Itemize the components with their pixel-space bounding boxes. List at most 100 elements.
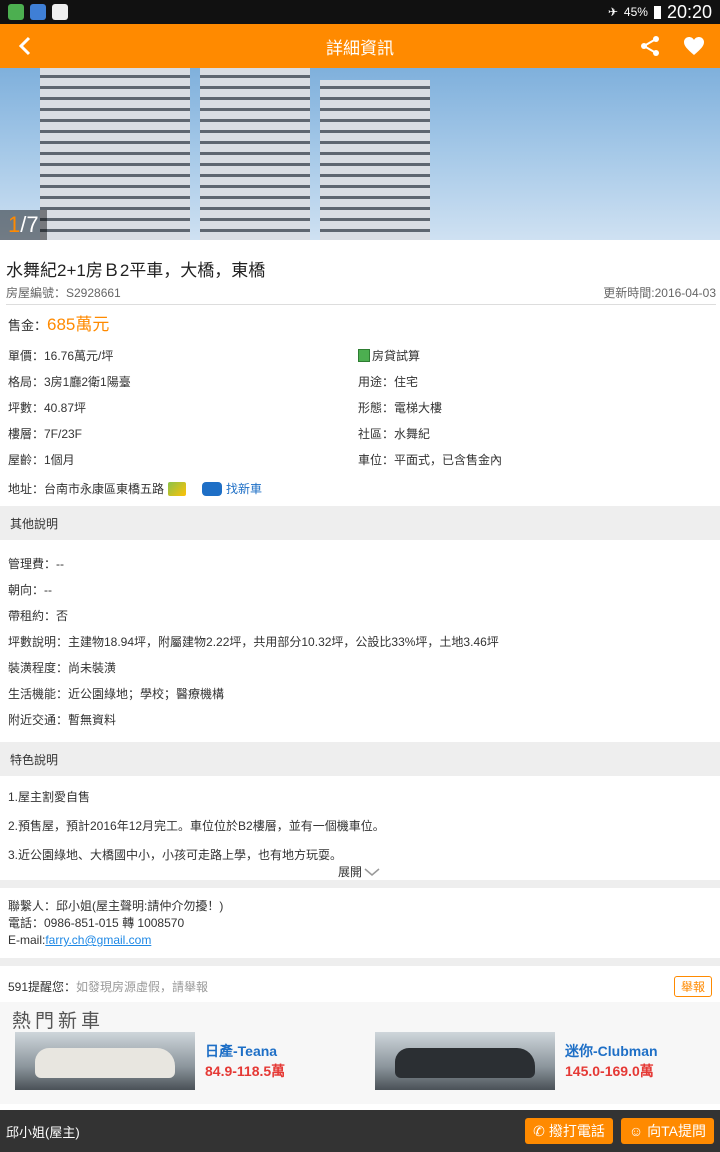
find-new-car-label: 找新車: [226, 482, 263, 496]
fraud-warning: 591提醒您：如發現房源虛假，請舉報 舉報: [8, 976, 712, 997]
features-header: 特色說明: [0, 742, 720, 776]
car-price: 145.0-169.0萬: [565, 1063, 654, 1079]
area: 坪數：40.87坪: [8, 400, 87, 415]
notification-icons: [8, 4, 68, 20]
price: 售金：685萬元: [8, 310, 109, 335]
car-body: [395, 1048, 535, 1078]
detail-row: 屋齡：1個月 車位：平面式，已含售金內: [8, 446, 708, 472]
photo-counter: 1/7: [0, 210, 47, 240]
list-item: 帶租約：否: [8, 608, 69, 623]
app-bar: 詳細資訊: [0, 24, 720, 68]
warning-prefix: 591提醒您：: [8, 980, 77, 994]
layout: 格局：3房1廳2衛1陽臺: [8, 374, 131, 389]
ask-label: 向TA提問: [647, 1123, 706, 1139]
call-button[interactable]: ✆ 撥打電話: [525, 1118, 613, 1144]
chevron-down-icon: [364, 867, 380, 876]
ad-car-clubman[interactable]: 迷你-Clubman 145.0-169.0萬: [375, 1032, 658, 1090]
chat-icon: ☺: [628, 1123, 644, 1139]
call-label: 撥打電話: [548, 1123, 605, 1139]
car-body: [35, 1048, 175, 1078]
floor: 樓層：7F/23F: [8, 426, 83, 441]
property-title: 水舞紀2+1房Ｂ2平車，大橋，東橋: [6, 261, 266, 280]
status-bar: ✈ 45% 20:20: [0, 0, 720, 24]
price-value: 685萬元: [47, 315, 110, 334]
favorite-heart-icon[interactable]: [682, 34, 706, 58]
building-photo: [40, 68, 190, 240]
divider: [0, 880, 720, 888]
community: 社區：水舞紀: [358, 426, 431, 441]
detail-row: 樓層：7F/23F 社區：水舞紀: [8, 420, 708, 446]
ad-car-teana[interactable]: 日產-Teana 84.9-118.5萬: [15, 1032, 285, 1090]
car-name: 日產-Teana: [205, 1043, 278, 1059]
contact-email-row: E-mail:farry.ch@gmail.com: [8, 932, 223, 949]
detail-row: 格局：3房1廳2衛1陽臺 用途：住宅: [8, 368, 708, 394]
building-age: 屋齡：1個月: [8, 452, 75, 467]
property-details: 單價：16.76萬元/坪 房貸試算 格局：3房1廳2衛1陽臺 用途：住宅 坪數：…: [8, 342, 708, 472]
building-photo: [200, 68, 310, 240]
calculator-icon: [358, 348, 370, 362]
app-notification-icon: [8, 4, 24, 20]
photo-counter-total: /7: [20, 212, 39, 237]
list-item: 生活機能：近公園綠地；學校；醫療機構: [8, 686, 225, 701]
report-button[interactable]: 舉報: [673, 976, 712, 997]
contact-person: 聯繫人：邱小姐(屋主聲明:請仲介勿擾！): [8, 899, 224, 913]
list-item: 朝向：--: [8, 582, 52, 597]
car-icon: [202, 481, 223, 496]
clock: 20:20: [666, 1, 712, 22]
expand-label: 展開: [338, 865, 363, 879]
list-item: 坪數說明：主建物18.94坪，附屬建物2.22坪，共用部分10.32坪，公設比3…: [8, 634, 499, 649]
battery-icon: [653, 5, 661, 19]
parking: 車位：平面式，已含售金內: [358, 452, 503, 467]
car-photo: [15, 1032, 195, 1090]
page-title: 詳細資訊: [326, 38, 394, 58]
other-info-list: 管理費：-- 朝向：-- 帶租約：否 坪數說明：主建物18.94坪，附屬建物2.…: [8, 550, 713, 732]
owner-name: 邱小姐(屋主): [6, 1124, 80, 1140]
property-id: 房屋編號：S2928661: [6, 286, 121, 300]
list-item: 2.預售屋，預計2016年12月完工。車位位於B2樓層，並有一個機車位。: [8, 819, 385, 833]
car-price: 84.9-118.5萬: [205, 1063, 286, 1079]
divider: [0, 958, 720, 966]
unit-price: 單價：16.76萬元/坪: [8, 348, 114, 363]
list-item: 1.屋主割愛自售: [8, 790, 91, 804]
email-link[interactable]: farry.ch@gmail.com: [45, 933, 151, 947]
building-photo: [320, 80, 430, 240]
bottom-action-bar: 邱小姐(屋主) ✆ 撥打電話 ☺ 向TA提問: [0, 1110, 720, 1152]
detail-row: 坪數：40.87坪 形態：電梯大樓: [8, 394, 708, 420]
battery-level: 45%: [623, 5, 648, 19]
list-item: 裝潢程度：尚未裝潢: [8, 660, 117, 675]
list-item: 附近交通：暫無資料: [8, 712, 117, 727]
building-type: 形態：電梯大樓: [358, 400, 443, 415]
car-name: 迷你-Clubman: [565, 1043, 658, 1059]
mortgage-calculator-label: 房貸試算: [372, 348, 421, 363]
share-icon[interactable]: [638, 34, 662, 58]
address: 地址：台南市永康區東橋五路: [8, 482, 165, 496]
mortgage-calculator-link[interactable]: 房貸試算: [358, 347, 708, 364]
property-photo-gallery[interactable]: 1/7: [0, 68, 720, 240]
price-label: 售金：: [8, 318, 48, 333]
ask-question-button[interactable]: ☺ 向TA提問: [620, 1118, 714, 1144]
detail-row: 單價：16.76萬元/坪 房貸試算: [8, 342, 708, 368]
map-icon[interactable]: [168, 481, 187, 496]
contact-phone[interactable]: 電話：0986-851-015 轉 1008570: [8, 915, 223, 932]
k-app-icon: [30, 4, 46, 20]
property-meta: 房屋編號：S2928661 更新時間:2016-04-03: [6, 284, 716, 305]
hot-cars-ad[interactable]: 熱門新車 日產-Teana 84.9-118.5萬 迷你-Clubman 145…: [0, 1002, 720, 1104]
phone-icon: ✆: [533, 1122, 545, 1139]
email-label: E-mail:: [8, 933, 46, 947]
usage: 用途：住宅: [358, 374, 419, 389]
warning-text-row: 591提醒您：如發現房源虛假，請舉報: [8, 978, 208, 995]
find-new-car-link[interactable]: 找新車: [202, 480, 262, 497]
other-info-heading: 其他說明: [10, 516, 59, 531]
address-row: 地址：台南市永康區東橋五路 找新車: [8, 480, 262, 497]
other-info-header: 其他說明: [0, 506, 720, 540]
warning-text: 如發現房源虛假，請舉報: [76, 980, 209, 994]
update-time: 更新時間:2016-04-03: [603, 286, 716, 300]
list-item: 管理費：--: [8, 556, 64, 571]
car-info: 日產-Teana 84.9-118.5萬: [205, 1041, 285, 1081]
contact-info: 聯繫人：邱小姐(屋主聲明:請仲介勿擾！) 電話：0986-851-015 轉 1…: [8, 898, 223, 949]
car-photo: [375, 1032, 555, 1090]
expand-button[interactable]: 展開: [338, 863, 380, 880]
ad-heading: 熱門新車: [12, 1010, 105, 1032]
n-app-icon: [52, 4, 68, 20]
features-list: 1.屋主割愛自售 2.預售屋，預計2016年12月完工。車位位於B2樓層，並有一…: [8, 782, 713, 869]
